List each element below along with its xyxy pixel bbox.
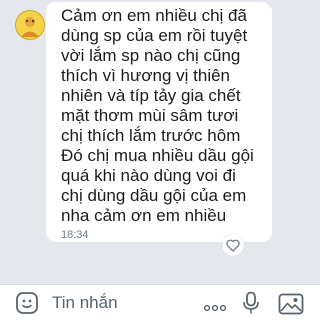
message-line: nhiên và típ tảy gia chết	[61, 86, 241, 105]
more-options-button[interactable]	[203, 299, 227, 312]
message-input-bar: Tin nhắn	[0, 284, 320, 321]
react-button[interactable]	[222, 234, 244, 256]
message-line: Cảm ơn em nhiều chị đã	[61, 6, 247, 25]
message-line: thích vì hương vị thiên	[61, 66, 231, 85]
message-input[interactable]: Tin nhắn	[52, 293, 118, 313]
sender-avatar[interactable]	[15, 10, 45, 40]
ellipsis-icon	[203, 304, 227, 312]
message-line: mặt thơm mùi sâm tươi	[61, 106, 239, 125]
heart-outline-icon	[226, 239, 240, 252]
message-line: chị dùng dầu gội của em	[61, 186, 247, 205]
message-line: nha cảm ơn em nhiều	[61, 206, 227, 225]
emoji-button[interactable]	[15, 291, 39, 315]
microphone-icon	[243, 291, 259, 314]
message-line: vời lắm sp nào chị cũng	[61, 46, 241, 65]
image-icon	[278, 293, 304, 315]
smiley-icon	[16, 292, 38, 314]
avatar-image	[16, 11, 44, 39]
message-line: dùng sp của em rồi tuyệt	[61, 26, 248, 45]
chat-area: Cảm ơn em nhiều chị đã dùng sp của em rồ…	[0, 0, 320, 284]
message-line: quá khi nào dùng voi đi	[61, 166, 236, 185]
message-line: Đó chị mua nhiều dầu gội	[61, 146, 254, 165]
message-line: chị thích lắm trước hôm	[61, 126, 241, 145]
message-bubble[interactable]: Cảm ơn em nhiều chị đã dùng sp của em rồ…	[46, 2, 272, 242]
voice-message-button[interactable]	[242, 291, 260, 315]
send-image-button[interactable]	[278, 293, 304, 315]
